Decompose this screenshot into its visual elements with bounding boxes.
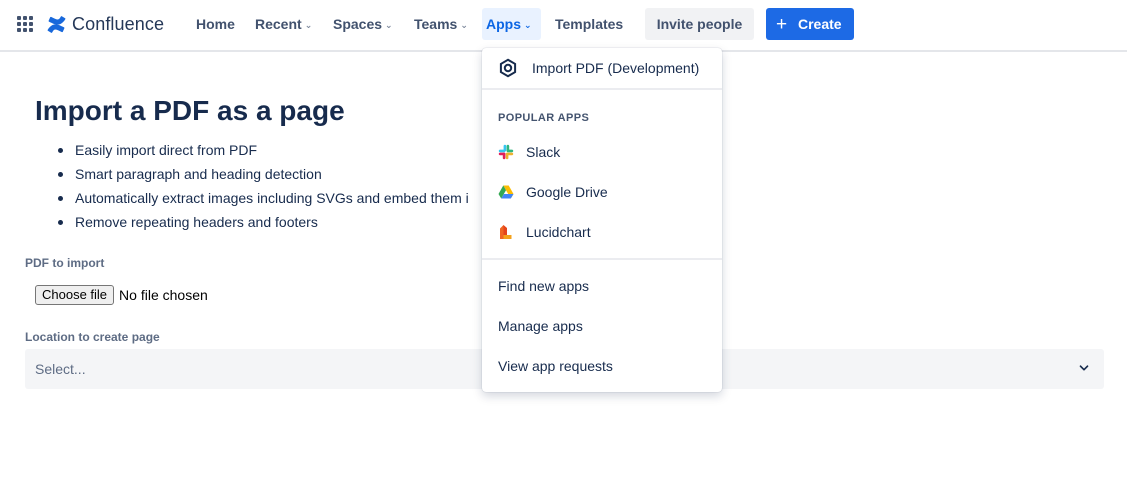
menu-item-lucidchart[interactable]: Lucidchart (482, 212, 722, 252)
chevron-down-icon (1079, 365, 1089, 371)
menu-item-label: Lucidchart (526, 224, 591, 240)
menu-divider (482, 88, 722, 90)
chevron-down-icon: ⌄ (460, 20, 468, 30)
nav-teams-label: Teams (414, 16, 458, 32)
menu-item-manage-apps[interactable]: Manage apps (482, 306, 722, 346)
menu-item-label: Manage apps (498, 318, 583, 334)
menu-item-find-new-apps[interactable]: Find new apps (482, 266, 722, 306)
popular-apps-heading: POPULAR APPS (498, 112, 590, 124)
hexagon-app-icon (498, 58, 518, 78)
menu-item-import-pdf[interactable]: Import PDF (Development) (482, 48, 722, 88)
menu-item-label: Find new apps (498, 278, 590, 294)
nav-spaces-label: Spaces (333, 16, 383, 32)
list-item: Remove repeating headers and footers (58, 213, 469, 237)
chevron-down-icon: ⌄ (304, 20, 313, 30)
invite-people-label: Invite people (656, 16, 743, 32)
menu-divider (482, 258, 722, 260)
nav-templates[interactable]: Templates (551, 8, 627, 40)
plus-icon: + (776, 14, 788, 35)
nav-apps-label: Apps (486, 16, 521, 32)
select-placeholder: Select... (35, 361, 86, 377)
lucidchart-icon (498, 224, 514, 240)
page-title: Import a PDF as a page (35, 95, 345, 126)
location-label: Location to create page (25, 330, 160, 344)
nav-teams[interactable]: Teams ⌄ (410, 8, 472, 40)
google-drive-icon (498, 184, 514, 200)
app-switcher-grid-icon[interactable] (17, 16, 33, 32)
apps-dropdown-menu: Import PDF (Development) POPULAR APPS Sl… (482, 48, 722, 392)
choose-file-button[interactable]: Choose file (35, 285, 115, 305)
nav-templates-label: Templates (555, 16, 624, 32)
list-item: Automatically extract images including S… (58, 189, 469, 213)
menu-item-label: View app requests (498, 358, 613, 374)
menu-item-label: Google Drive (526, 184, 608, 200)
menu-item-label: Import PDF (Development) (532, 60, 700, 76)
nav-recent-label: Recent (255, 16, 302, 32)
nav-home[interactable]: Home (192, 8, 239, 40)
list-item: Smart paragraph and heading detection (58, 165, 469, 189)
feature-list: Easily import direct from PDF Smart para… (58, 141, 469, 237)
nav-recent[interactable]: Recent ⌄ (251, 8, 316, 40)
create-button[interactable]: + Create (766, 8, 854, 40)
top-navigation: Confluence Home Recent ⌄ Spaces ⌄ Teams ⌄ A… (0, 0, 1127, 52)
file-status-text: No file chosen (119, 287, 208, 303)
chevron-down-icon: ⌄ (524, 20, 532, 30)
chevron-down-icon: ⌄ (385, 20, 393, 30)
logo-text: Confluence (72, 13, 165, 34)
menu-item-view-app-requests[interactable]: View app requests (482, 346, 722, 386)
nav-spaces[interactable]: Spaces ⌄ (329, 8, 397, 40)
invite-people-button[interactable]: Invite people (645, 8, 754, 40)
slack-icon (498, 144, 514, 160)
nav-apps[interactable]: Apps ⌄ (482, 8, 541, 40)
confluence-logo[interactable]: Confluence (47, 13, 164, 35)
menu-item-slack[interactable]: Slack (482, 132, 722, 172)
pdf-to-import-label: PDF to import (25, 256, 105, 270)
create-label: Create (798, 16, 842, 32)
file-input: Choose file No file chosen (35, 285, 208, 305)
nav-home-label: Home (196, 16, 235, 32)
menu-item-google-drive[interactable]: Google Drive (482, 172, 722, 212)
confluence-logo-icon (47, 15, 66, 33)
list-item: Easily import direct from PDF (58, 141, 469, 165)
menu-item-label: Slack (526, 144, 561, 160)
